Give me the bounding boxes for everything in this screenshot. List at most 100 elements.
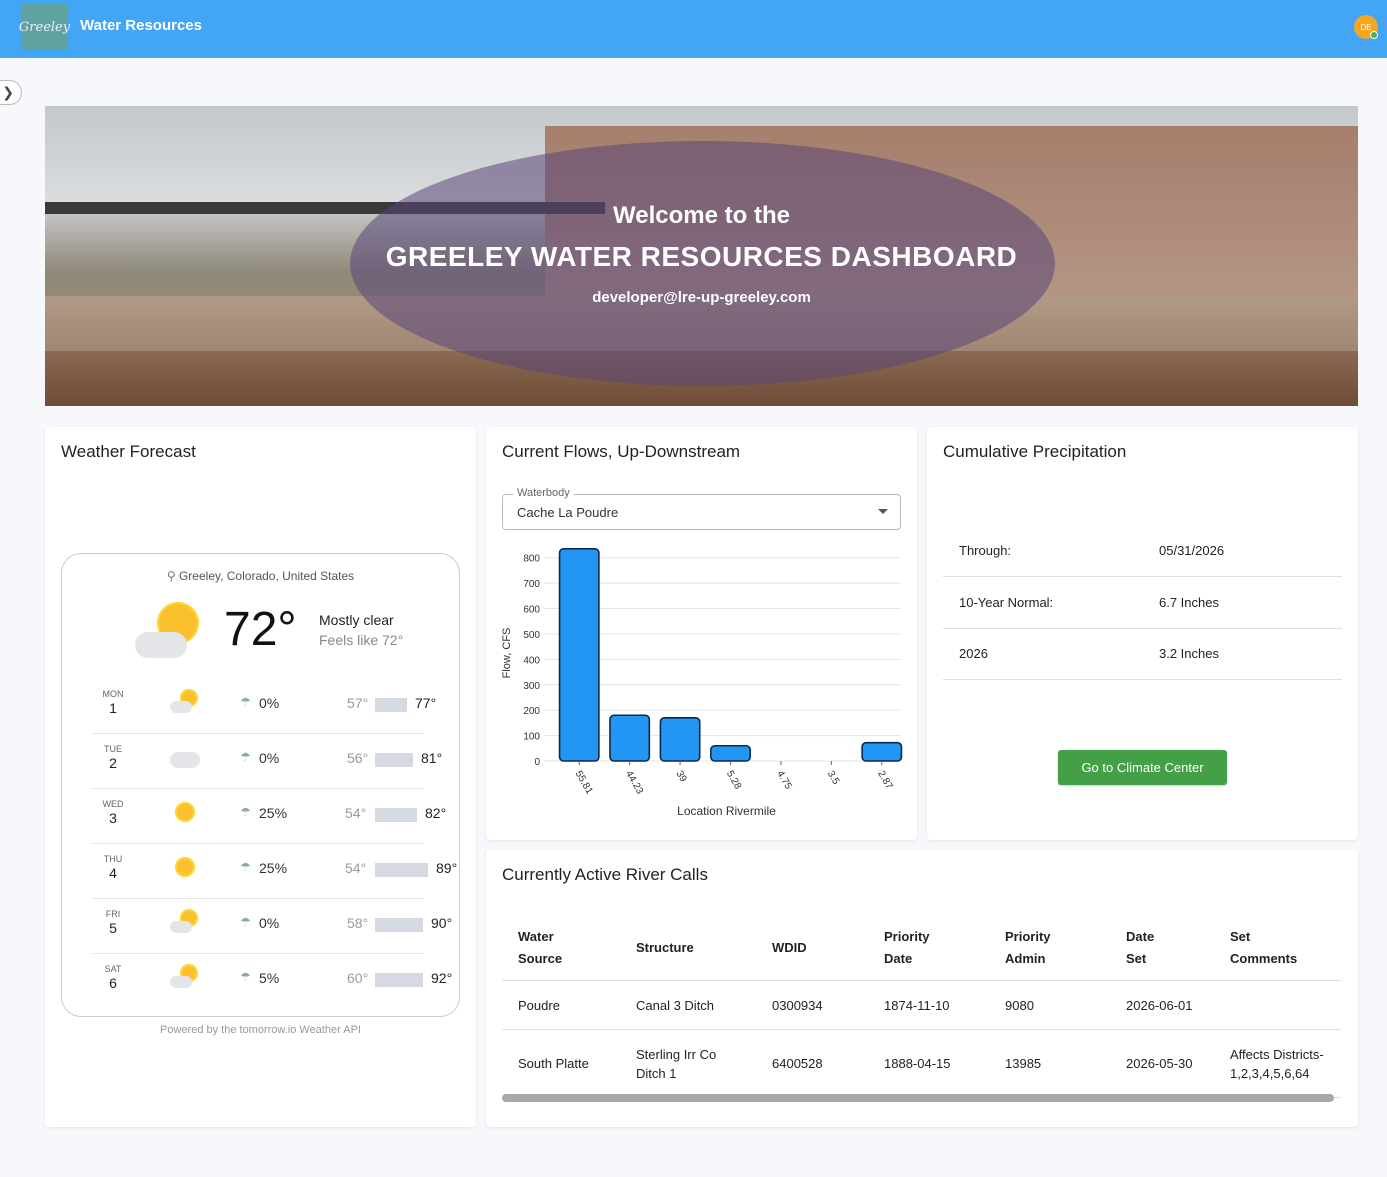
y-tick-label: 200	[523, 706, 540, 717]
column-header[interactable]: Water Source	[502, 916, 620, 981]
column-header[interactable]: Date Set	[1110, 916, 1214, 981]
y-tick-label: 600	[523, 605, 540, 616]
low-temp: 57°	[347, 695, 369, 711]
column-header[interactable]: Priority Date	[868, 916, 989, 981]
table-cell: 2026-06-01	[1110, 980, 1214, 1030]
y-tick-label: 500	[523, 630, 540, 641]
day-number: 5	[109, 920, 117, 936]
high-temp: 82°	[425, 805, 447, 821]
temp-range-bar	[375, 698, 407, 712]
table-row[interactable]: South Platte Sterling Irr Co Ditch 1 64005…	[502, 1029, 1341, 1098]
column-header[interactable]: Priority Admin	[989, 916, 1110, 981]
column-header-label: Comments	[1230, 951, 1298, 966]
weather-widget: ⚲ Greeley, Colorado, United States 72° M…	[61, 553, 460, 1017]
day-name: FRI	[105, 909, 121, 919]
river-calls-card: Currently Active River Calls Water Source…	[486, 850, 1358, 1127]
hero-welcome: Welcome to the	[613, 202, 790, 229]
column-header-label: Source	[518, 951, 563, 966]
high-temp: 89°	[436, 860, 458, 876]
low-temp: 60°	[347, 970, 369, 986]
hero-banner: Welcome to the GREELEY WATER RESOURCES D…	[45, 106, 1358, 406]
table-cell: 6400528	[756, 1029, 868, 1098]
table-cell	[1214, 980, 1341, 1030]
precip-row-current-year: 2026 3.2 Inches	[943, 628, 1342, 680]
y-tick-label: 0	[534, 757, 540, 768]
forecast-day-row: SAT 6 ☂ 5% 60° 92°	[92, 954, 452, 1009]
feels-like: Feels like 72°	[319, 632, 404, 648]
precip-row-normal: 10-Year Normal: 6.7 Inches	[943, 577, 1342, 629]
table-row[interactable]: Poudre Canal 3 Ditch 0300934 1874-11-10 9080…	[502, 980, 1341, 1030]
sun-icon	[170, 797, 200, 827]
table-cell: Affects Districts-1,2,3,4,5,6,64	[1214, 1029, 1341, 1098]
drawer-toggle-button[interactable]: ❯	[0, 80, 22, 105]
flow-bar	[861, 741, 903, 762]
forecast-day-row: FRI 5 ☂ 0% 58° 90°	[92, 899, 452, 954]
greeley-logo[interactable]: Greeley	[18, 4, 71, 50]
table-cell: Sterling Irr Co Ditch 1	[620, 1029, 756, 1098]
weather-card-title: Weather Forecast	[61, 442, 196, 461]
column-header-label: Structure	[636, 940, 694, 955]
climate-center-button[interactable]: Go to Climate Center	[1058, 750, 1227, 785]
column-header-label: Priority	[1005, 929, 1051, 944]
low-temp: 56°	[347, 750, 369, 766]
top-app-bar: Greeley Water Resources DE	[0, 0, 1387, 58]
x-tick-label: 5.28	[724, 769, 743, 792]
hero-user-email: developer@lre-up-greeley.com	[592, 289, 811, 306]
y-tick-label: 400	[523, 655, 540, 666]
umbrella-icon: ☂	[240, 750, 251, 764]
precip-value: 3.2 Inches	[1159, 646, 1219, 661]
logo-text: Greeley	[18, 19, 71, 35]
x-tick-label: 44.23	[623, 769, 645, 797]
precip-card-title: Cumulative Precipitation	[943, 442, 1127, 461]
low-temp: 54°	[345, 860, 367, 876]
x-tick-label: 55.81	[573, 769, 595, 797]
precip-value: 05/31/2026	[1159, 543, 1225, 558]
table-horizontal-scrollbar[interactable]	[502, 1094, 1334, 1102]
precip-label: 10-Year Normal:	[959, 595, 1054, 610]
column-header-label: Water	[518, 929, 554, 944]
column-header-label: WDID	[772, 940, 807, 955]
table-cell: 2026-05-30	[1110, 1029, 1214, 1098]
temp-range-bar	[375, 863, 428, 877]
high-temp: 90°	[431, 915, 453, 931]
x-tick-label: 2.87	[875, 769, 894, 792]
precip-chance: 25%	[259, 805, 288, 821]
table-cell: South Platte	[502, 1029, 620, 1098]
day-number: 4	[109, 865, 117, 881]
high-temp: 81°	[421, 750, 443, 766]
umbrella-icon: ☂	[240, 860, 251, 874]
y-tick-label: 800	[523, 554, 540, 565]
column-header-label: Set	[1126, 951, 1147, 966]
umbrella-icon: ☂	[240, 915, 251, 929]
day-name: TUE	[104, 744, 122, 754]
partly-sunny-icon	[135, 594, 215, 664]
table-cell: 0300934	[756, 980, 868, 1030]
day-name: MON	[102, 689, 124, 699]
app-title: Water Resources	[80, 17, 202, 34]
table-cell: 1888-04-15	[868, 1029, 989, 1098]
weather-powered-by[interactable]: Powered by the tomorrow.io Weather API	[45, 1024, 476, 1036]
low-temp: 58°	[347, 915, 369, 931]
column-header[interactable]: Structure	[620, 916, 756, 981]
precip-chance: 0%	[259, 695, 280, 711]
weather-location-text: Greeley, Colorado, United States	[178, 569, 355, 583]
day-number: 3	[109, 810, 117, 826]
river-calls-table: Water Source Structure WDID Priority Date Prio…	[502, 916, 1341, 1098]
table-cell: 13985	[989, 1029, 1110, 1098]
weather-location: ⚲ Greeley, Colorado, United States	[62, 569, 459, 583]
chevron-right-icon: ❯	[2, 84, 14, 100]
waterbody-select[interactable]: Waterbody Cache La Poudre	[502, 487, 901, 530]
flow-bar	[558, 548, 600, 762]
x-tick-label: 4.75	[774, 769, 793, 792]
temp-range-bar	[375, 808, 417, 822]
flow-bar	[609, 714, 651, 762]
precip-label: Through:	[959, 543, 1012, 558]
partly-sunny-icon	[170, 687, 200, 717]
temp-range-bar	[375, 753, 413, 767]
column-header-label: Priority	[884, 929, 930, 944]
umbrella-icon: ☂	[240, 805, 251, 819]
column-header[interactable]: WDID	[756, 916, 868, 981]
column-header[interactable]: Set Comments	[1214, 916, 1341, 981]
partly-sunny-icon	[170, 962, 200, 992]
high-temp: 92°	[431, 970, 453, 986]
